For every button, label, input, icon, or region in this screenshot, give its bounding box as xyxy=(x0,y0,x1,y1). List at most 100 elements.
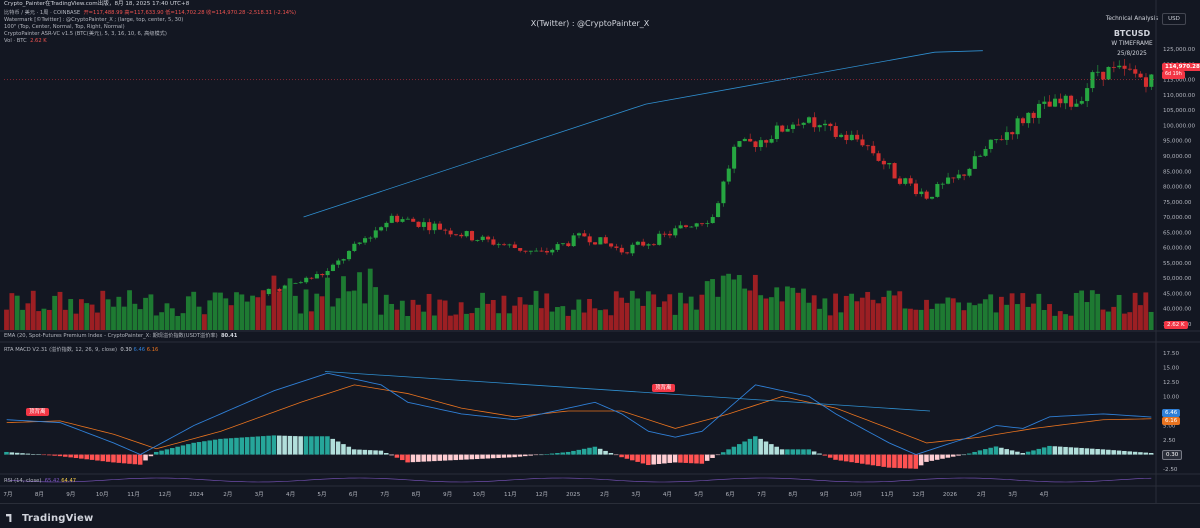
volume-bar xyxy=(346,291,352,330)
macd-hist-bar xyxy=(351,449,357,455)
volume-bar xyxy=(1041,309,1047,330)
tradingview-logo[interactable]: TradingView xyxy=(6,513,93,524)
volume-bar xyxy=(383,294,389,330)
macd-hist-bar xyxy=(1025,451,1031,455)
macd-value: 6.46 xyxy=(133,347,146,353)
divergence-label-right: 顶背离 xyxy=(652,384,675,392)
candle-body xyxy=(913,183,919,195)
macd-legend[interactable]: RTA MACD V2.31 (溢价指数, 12, 26, 9, close) … xyxy=(4,347,158,354)
macd-hist-bar xyxy=(736,444,742,455)
candle-body xyxy=(555,244,560,250)
volume-bar xyxy=(159,312,165,330)
volume-bar xyxy=(175,315,181,330)
candle-body xyxy=(352,243,357,251)
candle-body xyxy=(946,177,951,184)
time-axis-label: 3月 xyxy=(631,491,640,498)
volume-bar xyxy=(25,303,31,330)
candle-body xyxy=(544,251,549,253)
chart-area[interactable]: 125,000.00120,000.00115,000.00110,000.00… xyxy=(0,0,1200,503)
candle-body xyxy=(1074,103,1079,107)
time-axis-label: 2月 xyxy=(977,491,986,498)
macd-hist-bar xyxy=(448,454,453,461)
macd-hist-bar xyxy=(1009,450,1015,455)
volume-bar xyxy=(806,302,812,330)
volume-bar xyxy=(678,292,683,330)
macd-hist-bar xyxy=(731,446,737,455)
trendline-macd xyxy=(324,371,931,412)
macd-hist-bar xyxy=(801,449,806,455)
candle-body xyxy=(897,178,902,184)
price-axis-label: 105,000.00 xyxy=(1163,108,1195,114)
volume-bar xyxy=(956,302,962,330)
macd-hist-bar xyxy=(485,454,491,459)
volume-bar xyxy=(239,294,245,330)
macd-hist-bar xyxy=(400,454,405,461)
macd-hist-bar xyxy=(458,454,464,460)
macd-hist-bar xyxy=(127,454,132,464)
volume-bar xyxy=(704,281,710,330)
candle-body xyxy=(678,225,683,229)
volume-bar xyxy=(683,303,689,330)
macd-hist-bar xyxy=(239,437,245,455)
candle-body xyxy=(667,233,672,236)
volume-bar xyxy=(827,315,833,330)
macd-hist-bar xyxy=(934,454,940,460)
macd-hist-bar xyxy=(908,454,913,469)
macd-hist-bar xyxy=(1073,447,1079,455)
volume-bar xyxy=(886,290,892,330)
divergence-label-left: 顶背离 xyxy=(26,408,49,416)
volume-bar xyxy=(822,298,828,330)
macd-hist-bar xyxy=(325,436,330,455)
volume-bar xyxy=(378,314,384,330)
macd-hist-bar xyxy=(619,454,624,458)
macd-hist-bar xyxy=(1111,450,1116,455)
candle-body xyxy=(582,233,587,237)
volume-bar xyxy=(993,312,999,330)
volume-bar xyxy=(892,295,897,330)
rsi-legend[interactable]: RSI (14, close) 65.42 64.47 xyxy=(4,478,76,485)
macd-hist-bar xyxy=(303,436,309,455)
volume-bar xyxy=(362,303,368,330)
volume-bar xyxy=(14,295,20,330)
macd-hist-bar xyxy=(646,454,651,466)
macd-hist-bar xyxy=(314,436,319,455)
macd-hist-bar xyxy=(137,454,143,465)
macd-hist-bar xyxy=(255,436,261,455)
macd-hist-bar xyxy=(421,454,426,462)
macd-hist-bar xyxy=(309,436,314,455)
volume-bar xyxy=(1089,290,1095,330)
volume-bar xyxy=(817,308,822,330)
macd-hist-bar xyxy=(790,449,796,455)
volume-bar xyxy=(694,309,699,330)
volume-bar xyxy=(68,299,74,330)
volume-bar xyxy=(635,298,641,330)
macd-hist-bar xyxy=(876,454,881,467)
macd-hist-bar xyxy=(999,447,1004,455)
volume-bar xyxy=(490,300,496,330)
volume-bar xyxy=(448,315,453,330)
macd-hist-bar xyxy=(512,454,517,458)
macd-hist-bar xyxy=(276,435,282,455)
macd-hist-bar xyxy=(159,450,164,455)
volume-bar xyxy=(1036,293,1042,330)
macd-signal-value: 6.16 xyxy=(146,347,159,353)
macd-hist-bar xyxy=(838,454,844,461)
rsi-ma-value: 64.47 xyxy=(61,478,77,484)
rsi-line xyxy=(6,477,1152,483)
macd-hist-bar xyxy=(613,454,619,456)
macd-hist-bar xyxy=(785,449,790,455)
macd-hist-bar xyxy=(89,454,95,460)
price-axis-label: 90,000.00 xyxy=(1163,154,1192,160)
candle-body xyxy=(475,240,480,241)
price-axis-label: 55,000.00 xyxy=(1163,261,1192,267)
ema-legend[interactable]: EMA (20, Spot-Futures Premium Index - Cr… xyxy=(4,333,237,340)
macd-hist-bar xyxy=(480,454,485,459)
tradingview-icon xyxy=(6,514,12,522)
candle-body xyxy=(716,203,721,218)
volume-bar xyxy=(271,275,277,330)
volume-bar xyxy=(881,296,887,330)
volume-bars xyxy=(4,268,1154,330)
candle-body xyxy=(769,139,774,143)
macd-hist-bar xyxy=(1052,446,1058,455)
volume-bar xyxy=(833,293,838,330)
